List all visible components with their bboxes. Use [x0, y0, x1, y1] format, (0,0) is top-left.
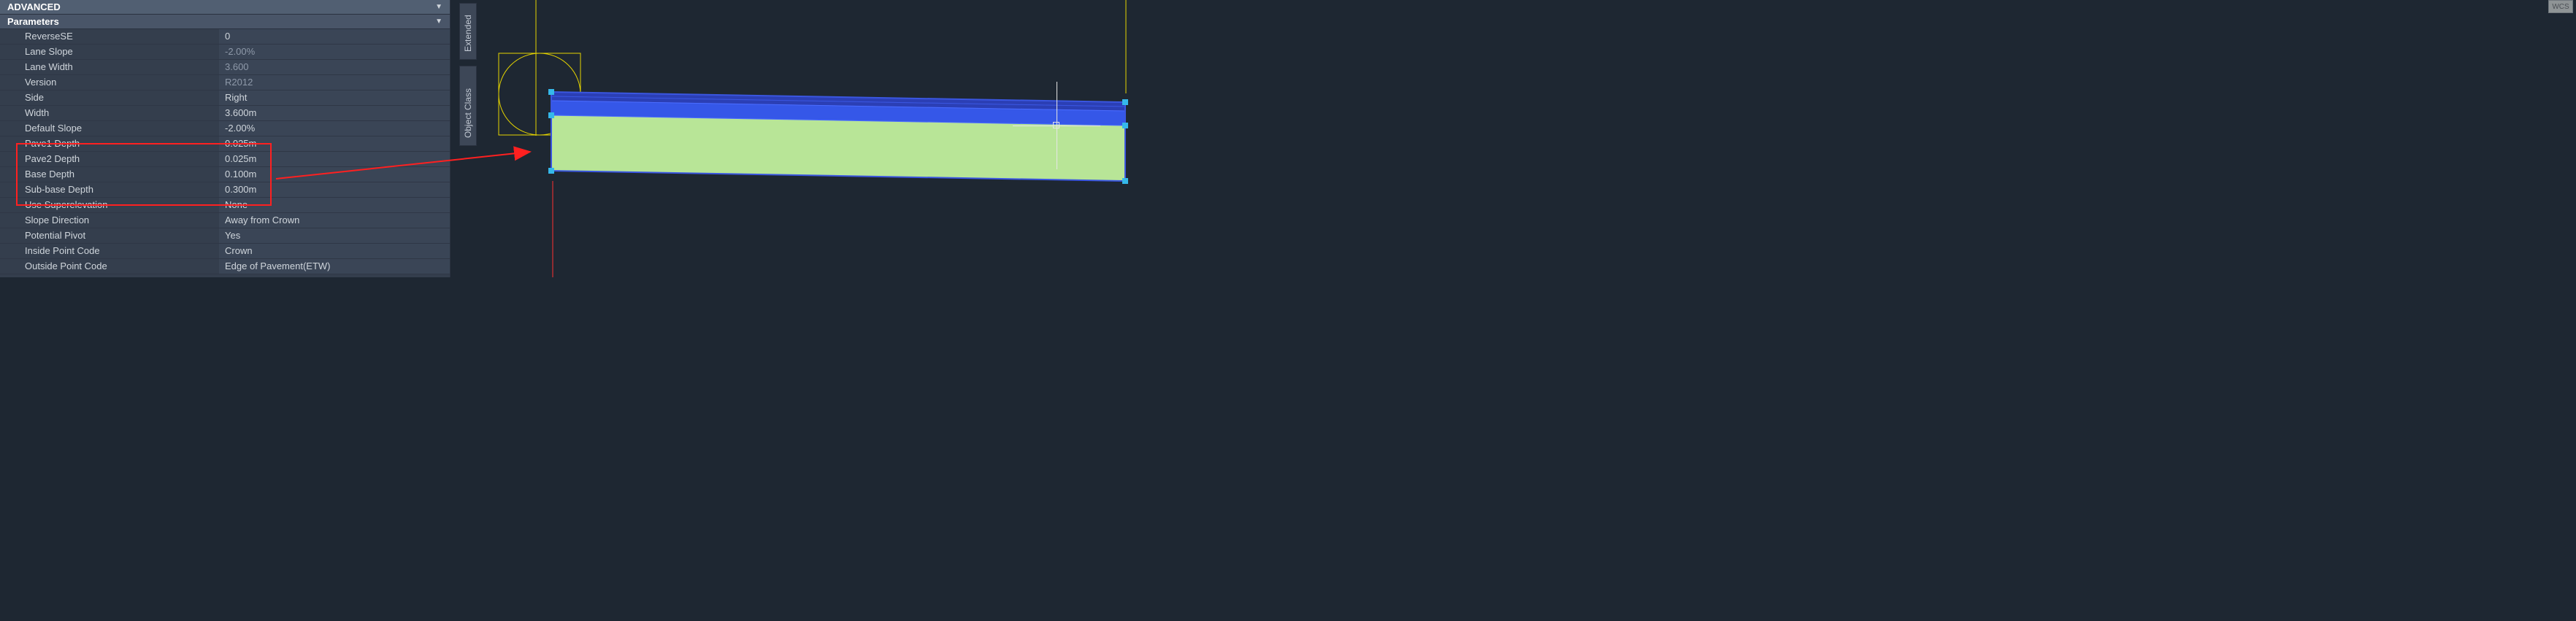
- param-value[interactable]: Edge of Pavement(ETW): [219, 259, 450, 274]
- param-row[interactable]: Sub-base Depth 0.300m: [0, 182, 450, 198]
- param-row[interactable]: Lane Width 3.600: [0, 60, 450, 75]
- param-label: Width: [0, 106, 219, 120]
- param-value[interactable]: -2.00%: [219, 121, 450, 136]
- param-label: Use Superelevation: [0, 198, 219, 212]
- param-row[interactable]: Outside Point Code Edge of Pavement(ETW): [0, 259, 450, 274]
- param-label: Default Slope: [0, 121, 219, 136]
- param-row[interactable]: Lane Slope -2.00%: [0, 45, 450, 60]
- param-label: Potential Pivot: [0, 228, 219, 243]
- collapse-icon: ▼: [435, 18, 442, 26]
- param-value: 3.600: [219, 60, 450, 74]
- param-row[interactable]: Side Right: [0, 90, 450, 106]
- param-label: Lane Slope: [0, 45, 219, 59]
- param-label: Pave2 Depth: [0, 152, 219, 166]
- param-row[interactable]: Width 3.600m: [0, 106, 450, 121]
- param-label: Sub-base Depth: [0, 182, 219, 197]
- param-value: -2.00%: [219, 45, 450, 59]
- section-header-advanced-label: ADVANCED: [7, 1, 61, 12]
- param-row[interactable]: Pave1 Depth 0.025m: [0, 136, 450, 152]
- param-row[interactable]: Use Superelevation None: [0, 198, 450, 213]
- section-header-advanced[interactable]: ADVANCED ▼: [0, 0, 450, 15]
- param-value[interactable]: Right: [219, 90, 450, 105]
- param-row[interactable]: Version R2012: [0, 75, 450, 90]
- param-label: Inside Point Code: [0, 244, 219, 258]
- param-value[interactable]: Away from Crown: [219, 213, 450, 228]
- param-value[interactable]: None: [219, 198, 450, 212]
- param-value[interactable]: 3.600m: [219, 106, 450, 120]
- param-row[interactable]: Potential Pivot Yes: [0, 228, 450, 244]
- param-value: R2012: [219, 75, 450, 90]
- param-label: Outside Point Code: [0, 259, 219, 274]
- param-row[interactable]: Slope Direction Away from Crown: [0, 213, 450, 228]
- param-label: Version: [0, 75, 219, 90]
- param-row[interactable]: Base Depth 0.100m: [0, 167, 450, 182]
- param-value[interactable]: Crown: [219, 244, 450, 258]
- param-label: Side: [0, 90, 219, 105]
- param-value[interactable]: Yes: [219, 228, 450, 243]
- param-label: ReverseSE: [0, 29, 219, 44]
- param-value[interactable]: 0.100m: [219, 167, 450, 182]
- param-label: Base Depth: [0, 167, 219, 182]
- collapse-icon: ▼: [435, 3, 442, 11]
- properties-panel: ADVANCED ▼ Parameters ▼ ReverseSE 0 Lane…: [0, 0, 451, 277]
- param-value[interactable]: 0.025m: [219, 136, 450, 151]
- param-row[interactable]: Inside Point Code Crown: [0, 244, 450, 259]
- param-value[interactable]: 0.025m: [219, 152, 450, 166]
- param-value[interactable]: 0.300m: [219, 182, 450, 197]
- param-row[interactable]: Pave2 Depth 0.025m: [0, 152, 450, 167]
- section-header-parameters-label: Parameters: [7, 16, 59, 27]
- param-label: Slope Direction: [0, 213, 219, 228]
- param-label: Lane Width: [0, 60, 219, 74]
- subassembly-section[interactable]: [451, 0, 2576, 277]
- drawing-viewport[interactable]: Extended Object Class WCS: [451, 0, 2576, 277]
- param-label: Pave1 Depth: [0, 136, 219, 151]
- param-row[interactable]: ReverseSE 0: [0, 29, 450, 45]
- section-header-parameters[interactable]: Parameters ▼: [0, 15, 450, 29]
- param-value[interactable]: 0: [219, 29, 450, 44]
- param-row[interactable]: Default Slope -2.00%: [0, 121, 450, 136]
